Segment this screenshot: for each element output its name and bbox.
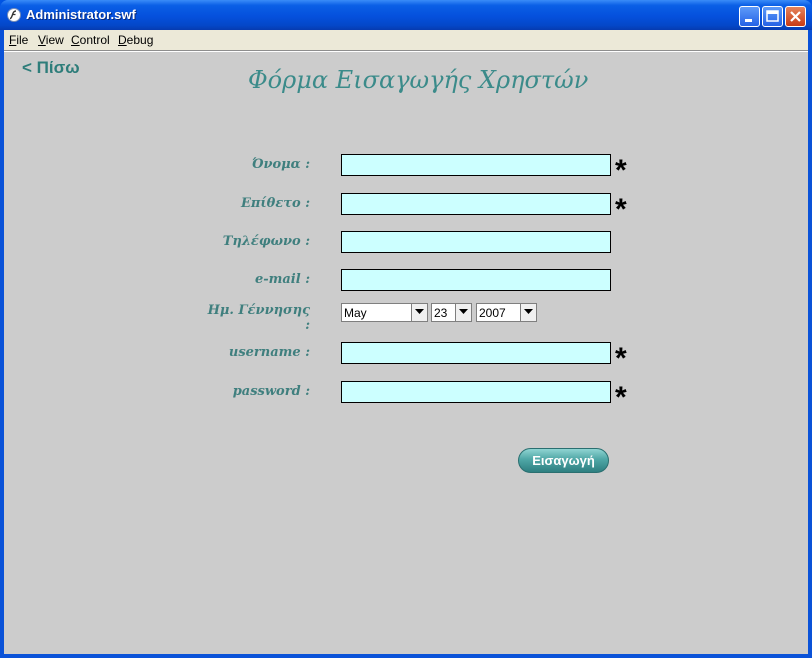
- last-name-label: Επίθετο :: [240, 196, 310, 211]
- menu-view-accel: V: [38, 33, 46, 47]
- menu-debug-label: ebug: [126, 33, 154, 47]
- page-title: Φόρμα Εισαγωγής Χρηστών: [248, 66, 589, 94]
- flash-stage: < Πίσω Φόρμα Εισαγωγής Χρηστών Όνομα : *…: [4, 52, 808, 654]
- menu-view-label: iew: [45, 33, 64, 47]
- close-button[interactable]: [785, 6, 806, 27]
- minimize-button[interactable]: [739, 6, 760, 27]
- birth-day-select[interactable]: 23: [431, 303, 472, 322]
- phone-label: Τηλέφωνο :: [222, 234, 310, 249]
- submit-button[interactable]: Εισαγωγή: [518, 448, 609, 473]
- first-name-label: Όνομα :: [251, 157, 310, 172]
- required-mark: *: [615, 193, 627, 226]
- required-mark: *: [615, 381, 627, 414]
- email-field[interactable]: [341, 269, 611, 291]
- birth-month-value: May: [344, 306, 367, 320]
- menu-debug-accel: D: [118, 33, 127, 47]
- menu-control[interactable]: Control: [71, 33, 110, 47]
- dropdown-arrow-icon[interactable]: [455, 304, 471, 321]
- birth-year-value: 2007: [479, 306, 506, 320]
- menu-debug[interactable]: Debug: [118, 33, 153, 47]
- window-title: Administrator.swf: [26, 7, 136, 22]
- phone-field[interactable]: [341, 231, 611, 253]
- menu-control-accel: C: [71, 33, 80, 47]
- birthdate-label: Ημ. Γέννησης :: [207, 303, 310, 333]
- menu-file-label: ile: [16, 33, 29, 47]
- dropdown-arrow-icon[interactable]: [520, 304, 536, 321]
- title-bar[interactable]: Administrator.swf: [0, 0, 812, 30]
- required-mark: *: [615, 154, 627, 187]
- first-name-field[interactable]: [341, 154, 611, 176]
- password-label: password :: [232, 384, 310, 399]
- email-label: e-mail :: [254, 272, 310, 287]
- app-window: Administrator.swf File View Control Debu…: [0, 0, 812, 658]
- username-field[interactable]: [341, 342, 611, 364]
- menu-view[interactable]: View: [38, 33, 64, 47]
- menu-control-label: ontrol: [79, 33, 110, 47]
- username-label: username :: [228, 345, 310, 360]
- menu-file[interactable]: File: [9, 33, 28, 47]
- last-name-field[interactable]: [341, 193, 611, 215]
- birth-year-select[interactable]: 2007: [476, 303, 537, 322]
- flash-player-icon: [7, 8, 21, 22]
- menu-bar: File View Control Debug: [4, 30, 808, 50]
- birth-day-value: 23: [434, 306, 448, 320]
- back-link[interactable]: < Πίσω: [22, 58, 80, 78]
- maximize-button[interactable]: [762, 6, 783, 27]
- required-mark: *: [615, 342, 627, 375]
- dropdown-arrow-icon[interactable]: [411, 304, 427, 321]
- password-field[interactable]: [341, 381, 611, 403]
- birth-month-select[interactable]: May: [341, 303, 428, 322]
